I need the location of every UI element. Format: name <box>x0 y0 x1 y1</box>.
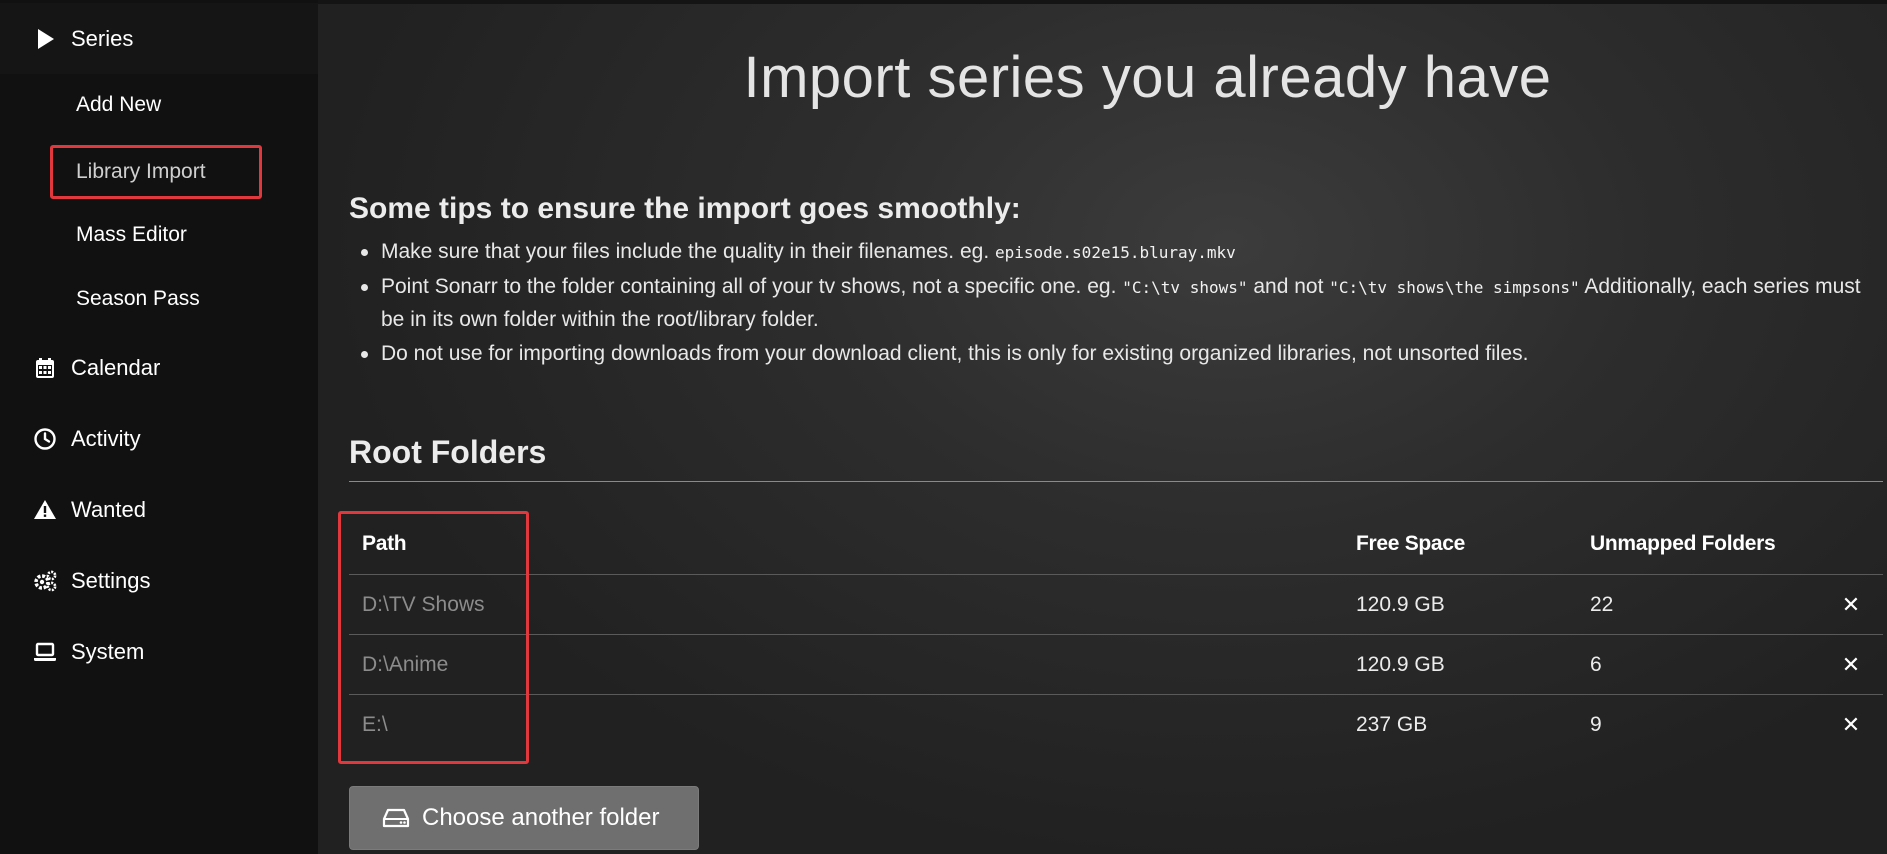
table-header: Path Free Space Unmapped Folders <box>349 514 1883 574</box>
clock-icon <box>32 426 58 452</box>
tips-heading: Some tips to ensure the import goes smoo… <box>349 192 1021 225</box>
sidebar-subitem-label: Add New <box>76 93 162 116</box>
sidebar-subitem-label: Mass Editor <box>76 223 187 246</box>
column-header-path[interactable]: Path <box>362 514 407 574</box>
sidebar-item-label: Calendar <box>71 354 161 380</box>
close-icon: ✕ <box>1841 652 1861 677</box>
free-space-value: 120.9 GB <box>1356 653 1445 676</box>
calendar-icon <box>32 355 58 381</box>
sidebar-subitem-add-new[interactable]: Add New <box>50 78 262 132</box>
close-icon: ✕ <box>1841 712 1861 737</box>
choose-another-folder-label: Choose another folder <box>422 804 660 831</box>
sidebar-subitem-mass-editor[interactable]: Mass Editor <box>50 208 262 262</box>
folder-path-link[interactable]: D:\TV Shows <box>362 575 485 635</box>
tip-code: "C:\tv shows" <box>1122 278 1248 297</box>
table-row: D:\TV Shows 120.9 GB 22 ✕ <box>349 574 1883 634</box>
free-space-value: 120.9 GB <box>1356 593 1445 616</box>
unmapped-folders-value: 22 <box>1590 593 1614 616</box>
tip-text: and not <box>1247 275 1330 298</box>
sidebar-item-series[interactable]: Series <box>0 3 318 74</box>
tip-item: Point Sonarr to the folder containing al… <box>349 271 1869 336</box>
sidebar-item-label: System <box>71 638 145 664</box>
tip-code: episode.s02e15.bluray.mkv <box>994 243 1236 262</box>
sidebar-item-label: Activity <box>71 425 141 451</box>
sidebar-subitem-season-pass[interactable]: Season Pass <box>50 272 262 326</box>
laptop-icon <box>32 639 58 665</box>
sidebar-item-system[interactable]: System <box>0 616 318 687</box>
tip-text: Point Sonarr to the folder containing al… <box>381 275 1123 298</box>
sidebar-item-label: Wanted <box>71 496 147 522</box>
play-icon <box>32 26 58 52</box>
root-folders-title: Root Folders <box>349 434 547 470</box>
tips-list: Make sure that your files include the qu… <box>349 236 1869 372</box>
sidebar-subitem-library-import[interactable]: Library Import <box>50 145 262 199</box>
warning-icon <box>32 497 58 523</box>
column-header-free-space[interactable]: Free Space <box>1356 514 1465 574</box>
tip-code: "C:\tv shows\the simpsons" <box>1329 278 1580 297</box>
remove-folder-button[interactable]: ✕ <box>1839 575 1863 635</box>
folder-path-link[interactable]: E:\ <box>362 695 388 755</box>
sidebar-item-label: Series <box>71 25 134 51</box>
tip-item: Do not use for importing downloads from … <box>349 338 1869 370</box>
unmapped-folders-value: 6 <box>1590 653 1602 676</box>
free-space-value: 237 GB <box>1356 713 1428 736</box>
close-icon: ✕ <box>1841 592 1861 617</box>
table-row: E:\ 237 GB 9 ✕ <box>349 694 1883 754</box>
sidebar-subitem-label: Library Import <box>76 160 206 183</box>
sidebar: Series Add New Library Import Mass Edito… <box>0 0 318 854</box>
root-folders-table: Path Free Space Unmapped Folders D:\TV S… <box>349 514 1883 754</box>
sidebar-item-settings[interactable]: Settings <box>0 545 318 616</box>
main-content: Import series you already have Some tips… <box>318 0 1887 854</box>
tip-text: Do not use for importing downloads from … <box>381 342 1529 365</box>
remove-folder-button[interactable]: ✕ <box>1839 635 1863 695</box>
hard-drive-icon <box>382 807 410 829</box>
sidebar-item-label: Settings <box>71 567 151 593</box>
tip-item: Make sure that your files include the qu… <box>349 236 1869 269</box>
section-divider <box>349 481 1883 482</box>
gears-icon <box>32 568 58 594</box>
column-header-unmapped-folders[interactable]: Unmapped Folders <box>1590 514 1776 574</box>
table-row: D:\Anime 120.9 GB 6 ✕ <box>349 634 1883 694</box>
app: Series Add New Library Import Mass Edito… <box>0 0 1887 854</box>
page-title: Import series you already have <box>743 45 1552 110</box>
choose-another-folder-button[interactable]: Choose another folder <box>349 786 699 850</box>
sidebar-item-activity[interactable]: Activity <box>0 403 318 474</box>
tip-text: Make sure that your files include the qu… <box>381 240 995 263</box>
sidebar-item-calendar[interactable]: Calendar <box>0 332 318 403</box>
folder-path-link[interactable]: D:\Anime <box>362 635 448 695</box>
sidebar-subitem-label: Season Pass <box>76 287 200 310</box>
unmapped-folders-value: 9 <box>1590 713 1602 736</box>
remove-folder-button[interactable]: ✕ <box>1839 695 1863 755</box>
sidebar-item-wanted[interactable]: Wanted <box>0 474 318 545</box>
